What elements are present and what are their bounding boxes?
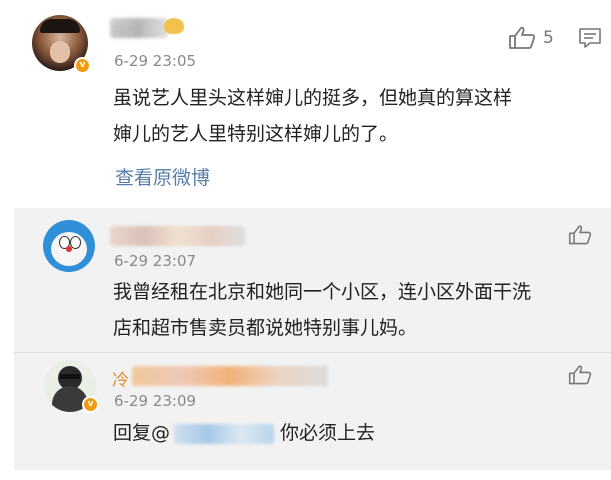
reply-mention-prefix: 回复@	[113, 422, 171, 444]
view-original-weibo-link[interactable]: 查看原微博	[115, 163, 210, 190]
member-crown-icon	[164, 18, 184, 34]
reply-text-line: 我曾经租在北京和她同一个小区，连小区外面干洗	[113, 281, 532, 303]
verified-badge-icon: v	[82, 396, 99, 413]
username-text: 冷	[112, 371, 129, 391]
reply-text: 回复@ 你必须上去	[113, 415, 375, 451]
comment-text-line: 虽说艺人里头这样婶儿的挺多，但她真的算这样	[113, 87, 513, 109]
like-icon[interactable]	[568, 224, 592, 250]
mention-redacted[interactable]	[174, 423, 275, 444]
username[interactable]	[110, 226, 245, 246]
timestamp: 6-29 23:07	[114, 252, 197, 270]
comment-icon[interactable]	[579, 28, 601, 52]
divider	[14, 352, 611, 353]
verified-badge-icon: v	[74, 57, 91, 74]
like-icon[interactable]	[508, 26, 536, 54]
like-count: 5	[543, 28, 554, 48]
timestamp: 6-29 23:05	[114, 52, 197, 70]
avatar[interactable]	[43, 220, 95, 272]
username[interactable]: 猫捏	[110, 18, 168, 41]
username-redacted	[132, 366, 328, 386]
main-comment: v 猫捏 6-29 23:05 5 虽说艺人里头这样婶儿的挺多，但她真的算这样 …	[0, 0, 611, 208]
timestamp: 6-29 23:09	[114, 392, 197, 410]
reply-text: 我曾经租在北京和她同一个小区，连小区外面干洗 店和超市售卖员都说她特别事儿妈。	[113, 274, 531, 346]
reply-message: 你必须上去	[280, 422, 376, 444]
username[interactable]: 冷	[112, 366, 129, 391]
comment-text: 虽说艺人里头这样婶儿的挺多，但她真的算这样 婶儿的艺人里特别这样婶儿的了。	[113, 80, 512, 152]
like-icon[interactable]	[568, 364, 592, 390]
reply-text-line: 店和超市售卖员都说她特别事儿妈。	[113, 317, 418, 339]
comment-text-line: 婶儿的艺人里特别这样婶儿的了。	[113, 123, 399, 145]
